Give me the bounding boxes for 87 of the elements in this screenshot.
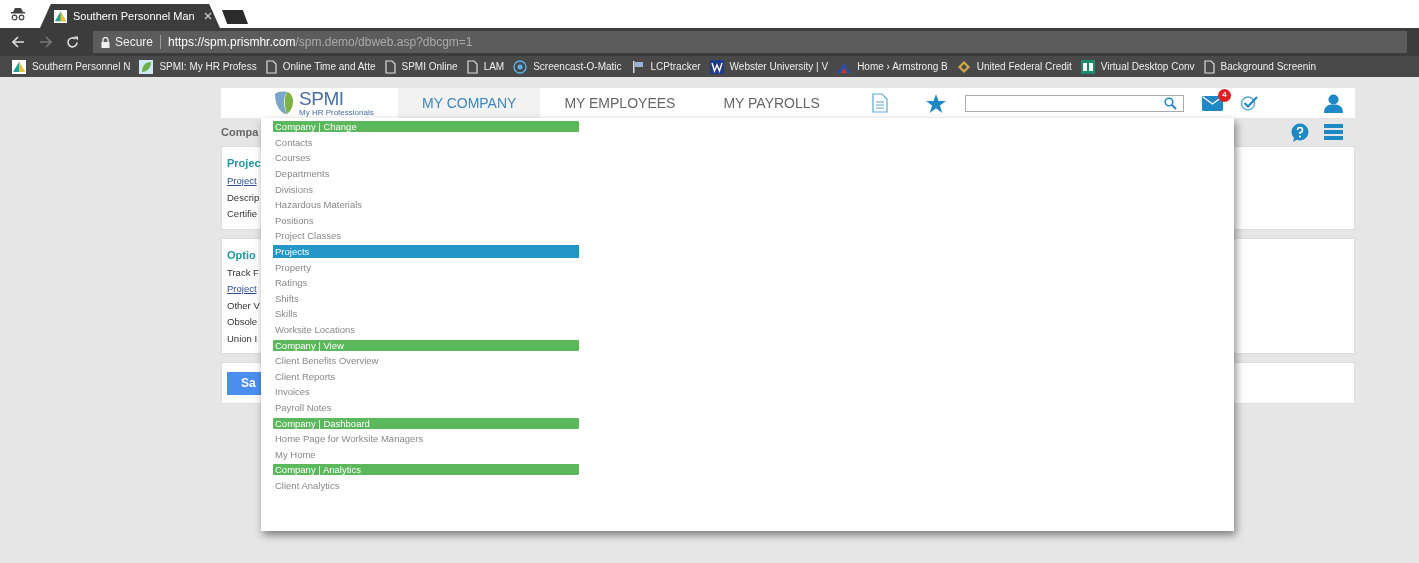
check-circle-icon[interactable] [1239,95,1258,111]
lock-icon [101,36,110,48]
bookmark-link[interactable]: Southern Personnel N [32,59,131,74]
bookmark-link[interactable]: United Federal Credit [976,59,1072,74]
url-text: https://spm.prismhr.com/spm.demo/dbweb.asp?dbcgm=1 [168,34,473,51]
menu-item[interactable]: Ratings [273,276,579,290]
menu-item[interactable]: My Home [273,447,579,461]
logo-tagline: My HR Professionals [299,108,374,117]
browser-tab[interactable]: Southern Personnel Man [40,4,220,28]
menu-item[interactable]: Courses [273,151,579,165]
menu-item[interactable]: Divisions [273,182,579,196]
new-tab-button[interactable] [222,10,248,24]
field-label: Certifie [227,207,258,221]
back-icon[interactable] [12,36,25,48]
page-icon [466,59,478,74]
flag-icon [630,59,645,74]
bookmark-link[interactable]: Online Time and Atte [282,59,376,74]
page-icon [384,59,396,74]
search-icon[interactable] [1163,96,1177,110]
menu-item[interactable]: Hazardous Materials [273,198,579,212]
page-icon [1203,59,1215,74]
bookmark-link[interactable]: Webster University | V [729,59,829,74]
menu-section-header: Company | Change [273,121,579,133]
leaf-icon [139,59,154,74]
bookmark-link[interactable]: Background Screenin [1220,59,1317,74]
bookmark-link[interactable]: Screencast-O-Matic [533,59,622,74]
menu-item[interactable]: Shifts [273,291,579,305]
menu-item[interactable]: Worksite Locations [273,323,579,336]
secure-label: Secure [115,34,154,51]
triangle-icon [54,9,67,23]
help-icon[interactable] [1291,122,1309,142]
menu-item[interactable]: Project Classes [273,229,579,243]
incognito-icon [10,7,26,21]
forward-icon[interactable] [39,36,52,48]
document-icon[interactable] [871,93,888,113]
menu-section-header: Company | View [273,339,579,351]
card-title: Projec [227,156,261,171]
bookmark-link[interactable]: LAM [483,59,505,74]
menu-item[interactable]: Departments [273,167,579,181]
bookmark-link[interactable]: Virtual Desktop Conv [1100,59,1195,74]
menu-item[interactable]: Payroll Notes [273,401,579,414]
menu-item[interactable]: Skills [273,307,579,321]
field-link[interactable]: Project [227,281,257,298]
menu-item[interactable]: Invoices [273,385,579,399]
bookmark-link[interactable]: SPMI: My HR Profess [159,59,257,74]
field-label: Union I [227,331,258,346]
field-label: Track F [227,265,259,280]
field-label: Obsole [227,315,258,329]
diamond-icon [956,59,971,74]
menu-section-header: Company | Analytics [273,464,579,476]
w-logo-icon [709,59,724,74]
bookmark-link[interactable]: SPMI Online [401,59,458,74]
menu-item[interactable]: Projects [273,245,579,259]
field-label: Descrip [227,190,260,205]
tab-title: Southern Personnel Man [73,8,195,24]
menu-item[interactable]: Client Benefits Overview [273,354,579,368]
close-icon[interactable] [204,12,212,20]
menu-item[interactable]: Contacts [273,135,579,149]
menu-item[interactable]: Property [273,260,579,274]
reload-icon[interactable] [66,35,79,49]
user-icon[interactable] [1324,93,1343,113]
menu-item[interactable]: Home Page for Worksite Managers [273,432,579,446]
bookmark-link[interactable]: LCPtracker [650,59,701,74]
field-link[interactable]: Project [227,173,257,190]
card-title: Optio [227,247,256,263]
menu-item[interactable]: Positions [273,213,579,227]
list-icon[interactable] [1324,124,1343,140]
star-icon[interactable] [925,93,946,113]
nav-tab[interactable]: MY PAYROLLS [699,88,844,118]
page-icon [265,59,277,74]
mail-icon[interactable] [1201,95,1223,111]
logo-text: SPMI [299,89,345,108]
nav-tab[interactable]: MY EMPLOYEES [540,88,700,118]
notification-badge: 4 [1217,88,1231,102]
triangle-icon [12,59,26,74]
address-field[interactable]: Secure https://spm.prismhr.com/spm.demo/dbweb.asp?dbcgm=1 [93,31,1407,53]
menu-section-header: Company | Dashboard [273,417,579,429]
search-field[interactable] [964,94,1184,112]
grid-logo-icon [1080,59,1095,74]
bookmark-link[interactable]: Home › Armstrong B [857,59,948,74]
nav-tab[interactable]: MY COMPANY [398,88,541,118]
menu-item[interactable]: Client Analytics [273,478,579,492]
page-title: Compa [221,124,259,140]
circle-icon [513,59,528,74]
field-label: Other V [227,298,260,313]
save-button[interactable]: Sa [227,371,261,395]
menu-item[interactable]: Client Reports [273,369,579,383]
